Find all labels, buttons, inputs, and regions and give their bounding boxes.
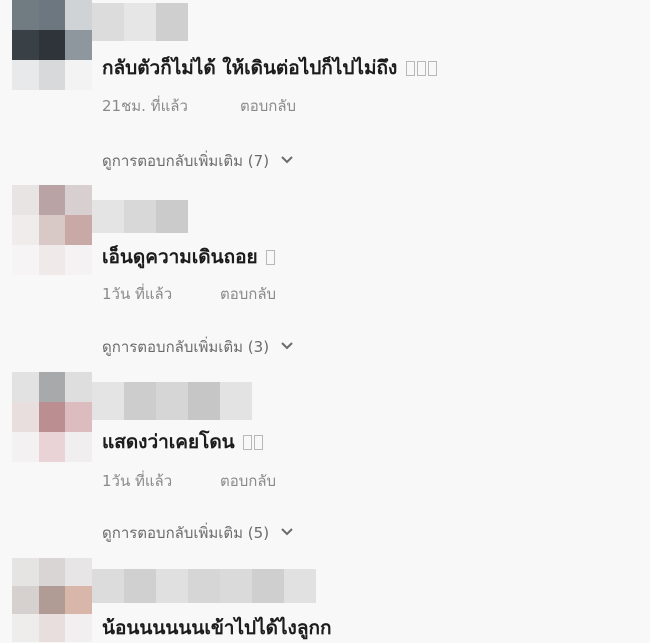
avatar[interactable] (12, 372, 92, 462)
comment-text: น้อนนนนนนเข้าไปได้ไงลูกก (102, 617, 332, 639)
view-more-replies-button[interactable]: ดูการตอบกลับเพิ่มเติม (7) (102, 149, 293, 173)
username[interactable] (92, 382, 252, 420)
timestamp: 1วัน ที่แล้ว (102, 285, 173, 303)
username[interactable] (92, 3, 188, 41)
view-more-replies-button[interactable]: ดูการตอบกลับเพิ่มเติม (5) (102, 521, 293, 545)
emoji-icon (264, 246, 276, 268)
chevron-down-icon (281, 156, 293, 164)
view-more-replies-label: ดูการตอบกลับเพิ่มเติม (7) (102, 152, 270, 170)
chevron-down-icon (281, 342, 293, 350)
username[interactable] (92, 569, 316, 603)
comment-meta: 1วัน ที่แล้ว ตอบกลับ (102, 469, 276, 493)
reply-button[interactable]: ตอบกลับ (220, 282, 276, 306)
reply-button[interactable]: ตอบกลับ (240, 94, 296, 118)
chevron-down-icon (281, 528, 293, 536)
comment-text: แสดงว่าเคยโดน (102, 427, 264, 457)
avatar[interactable] (12, 558, 92, 642)
avatar[interactable] (12, 185, 92, 275)
view-more-replies-label: ดูการตอบกลับเพิ่มเติม (3) (102, 338, 270, 356)
comment-meta: 1วัน ที่แล้ว ตอบกลับ (102, 282, 276, 306)
emoji-icon (404, 57, 437, 79)
view-more-replies-label: ดูการตอบกลับเพิ่มเติม (5) (102, 524, 270, 542)
comment-meta: 21ชม. ที่แล้ว ตอบกลับ (102, 94, 296, 118)
comment-text: เอ็นดูความเดินถอย (102, 242, 276, 272)
comment-text: กลับตัวก็ไม่ได้ ให้เดินต่อไปก็ไปไม่ถึง (102, 53, 437, 83)
emoji-icon (241, 431, 264, 453)
timestamp: 21ชม. ที่แล้ว (102, 97, 188, 115)
timestamp: 1วัน ที่แล้ว (102, 472, 173, 490)
username[interactable] (92, 200, 188, 233)
reply-button[interactable]: ตอบกลับ (220, 469, 276, 493)
avatar[interactable] (12, 0, 92, 90)
view-more-replies-button[interactable]: ดูการตอบกลับเพิ่มเติม (3) (102, 335, 293, 359)
